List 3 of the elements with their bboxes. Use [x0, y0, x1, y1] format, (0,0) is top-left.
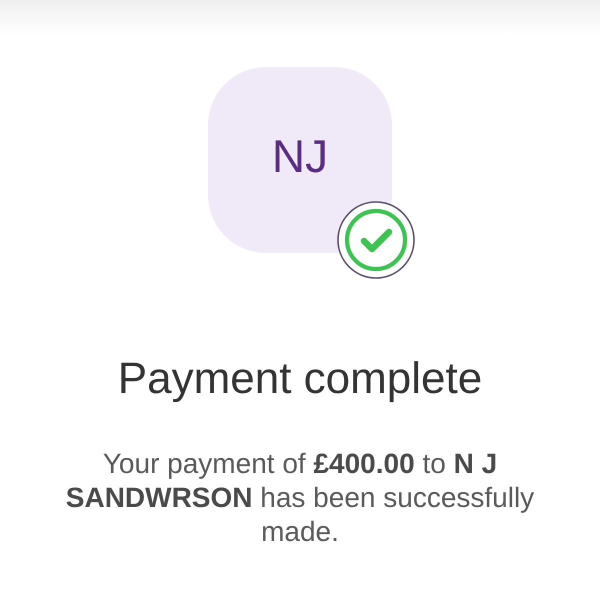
payment-title: Payment complete	[118, 353, 482, 405]
payment-message: Your payment of £400.00 to N J SANDWRSON has been successfully made.	[64, 447, 536, 549]
avatar-initials: NJ	[272, 133, 328, 179]
